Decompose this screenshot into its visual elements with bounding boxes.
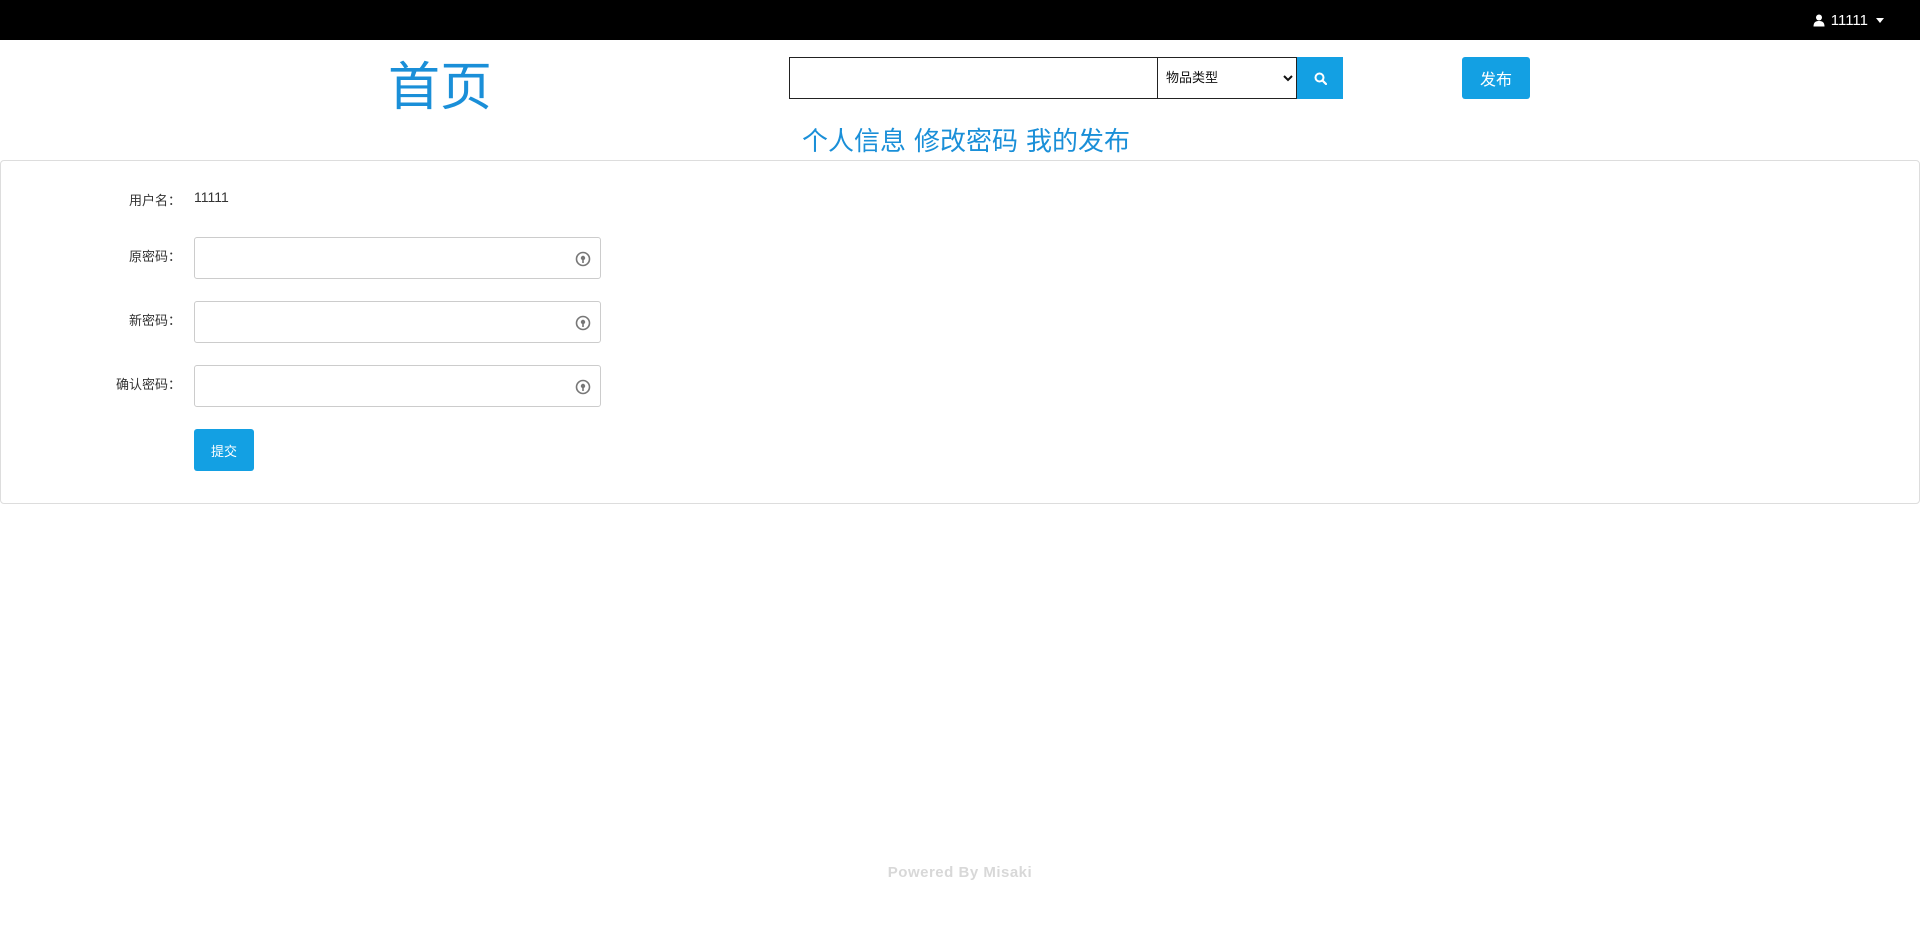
caret-down-icon <box>1876 17 1884 23</box>
old-password-label: 原密码： <box>128 250 181 265</box>
submit-button[interactable]: 提交 <box>194 429 254 471</box>
eye-reveal-icon[interactable] <box>574 250 592 268</box>
search-button[interactable] <box>1297 57 1343 99</box>
top-navbar: 11111 <box>0 0 1920 40</box>
new-password-field-wrapper <box>194 301 601 343</box>
search-group: 物品类型 <box>789 57 1343 99</box>
username-field-label: 用户名： <box>128 194 181 209</box>
publish-button[interactable]: 发布 <box>1462 57 1530 99</box>
search-icon <box>1314 72 1327 85</box>
confirm-password-input[interactable] <box>195 366 600 406</box>
eye-reveal-icon[interactable] <box>574 314 592 332</box>
old-password-field-wrapper <box>194 237 601 279</box>
old-password-input[interactable] <box>195 238 600 278</box>
profile-subnav: 个人信息 修改密码 我的发布 <box>802 124 1130 160</box>
confirm-password-label: 确认密码： <box>115 378 181 393</box>
footer-credit: Powered By Misaki <box>887 864 1033 881</box>
user-icon <box>1813 14 1825 26</box>
subnav-item-my-posts[interactable]: 我的发布 <box>1026 124 1130 160</box>
username-value: 11111 <box>194 189 229 205</box>
eye-reveal-icon[interactable] <box>574 378 592 396</box>
new-password-input[interactable] <box>195 302 600 342</box>
user-dropdown[interactable]: 11111 <box>1813 0 1884 40</box>
subnav-item-profile[interactable]: 个人信息 <box>802 124 906 160</box>
home-link[interactable]: 首页 <box>388 56 492 120</box>
item-type-select[interactable]: 物品类型 <box>1157 57 1297 99</box>
change-password-panel: 用户名： 11111 原密码： 新密码： 确认密码： 提交 <box>0 160 1920 504</box>
search-input[interactable] <box>789 57 1157 99</box>
new-password-label: 新密码： <box>128 314 181 329</box>
confirm-password-field-wrapper <box>194 365 601 407</box>
subnav-item-change-password[interactable]: 修改密码 <box>914 124 1018 160</box>
username-label: 11111 <box>1830 11 1868 29</box>
